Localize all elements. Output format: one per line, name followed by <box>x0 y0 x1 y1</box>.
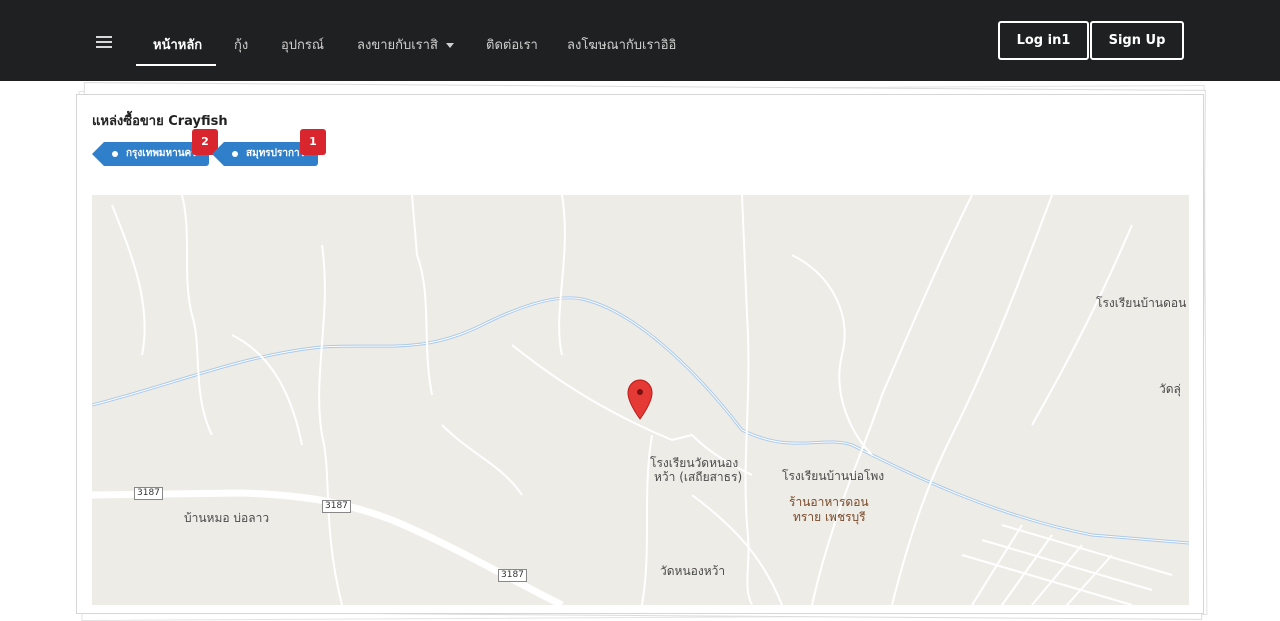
route-shield: 3187 <box>498 569 527 582</box>
nav-item-sell-label: ลงขายกับเราสิ <box>357 38 438 53</box>
map-pin-icon[interactable] <box>627 379 653 420</box>
nav-item-advertise[interactable]: ลงโฆษณากับเราอิอิ <box>567 0 676 81</box>
hamburger-icon[interactable] <box>96 36 112 50</box>
route-shield: 3187 <box>322 500 351 513</box>
tag-hole-icon <box>232 151 238 157</box>
map-roads-layer <box>92 195 1189 605</box>
signup-button[interactable]: Sign Up <box>1090 21 1184 60</box>
count-badge: 1 <box>300 129 326 155</box>
route-shield: 3187 <box>134 487 163 500</box>
nav-active-underline <box>136 64 216 66</box>
top-navbar: หน้าหลัก กุ้ง อุปกรณ์ ลงขายกับเราสิ ติดต… <box>0 0 1280 81</box>
tag-label: กรุงเทพมหานคร <box>126 148 197 159</box>
map-label-school: หว้า (เสถียสาธร) <box>654 470 743 484</box>
page-title: แหล่งซื้อขาย Crayfish <box>92 114 228 129</box>
chevron-down-icon <box>445 43 454 48</box>
nav-item-sell-with-us[interactable]: ลงขายกับเราสิ <box>357 0 454 81</box>
map-label-restaurant: ทราย เพชรบุรี <box>793 510 866 524</box>
nav-item-equipment[interactable]: อุปกรณ์ <box>281 0 324 81</box>
nav-item-home[interactable]: หน้าหลัก <box>153 0 202 81</box>
map-label-temple: วัดลุ่ <box>1159 382 1181 396</box>
map-label-school: โรงเรียนบ้านดอน <box>1096 296 1187 310</box>
tag-hole-icon <box>112 151 118 157</box>
tag-label: สมุทรปราการ <box>246 148 306 159</box>
map-label-school: โรงเรียนบ้านบ่อโพง <box>782 469 885 483</box>
map-view[interactable]: โรงเรียนบ้านดอน วัดลุ่ โรงเรียนวัดหนอง ห… <box>92 195 1189 605</box>
nav-item-contact[interactable]: ติดต่อเรา <box>486 0 538 81</box>
map-label-temple: วัดหนองหว้า <box>660 564 726 578</box>
map-label-village: บ้านหมอ บ่อลาว <box>184 511 270 525</box>
nav-item-shrimp[interactable]: กุ้ง <box>234 0 248 81</box>
login-button[interactable]: Log in1 <box>998 21 1089 60</box>
